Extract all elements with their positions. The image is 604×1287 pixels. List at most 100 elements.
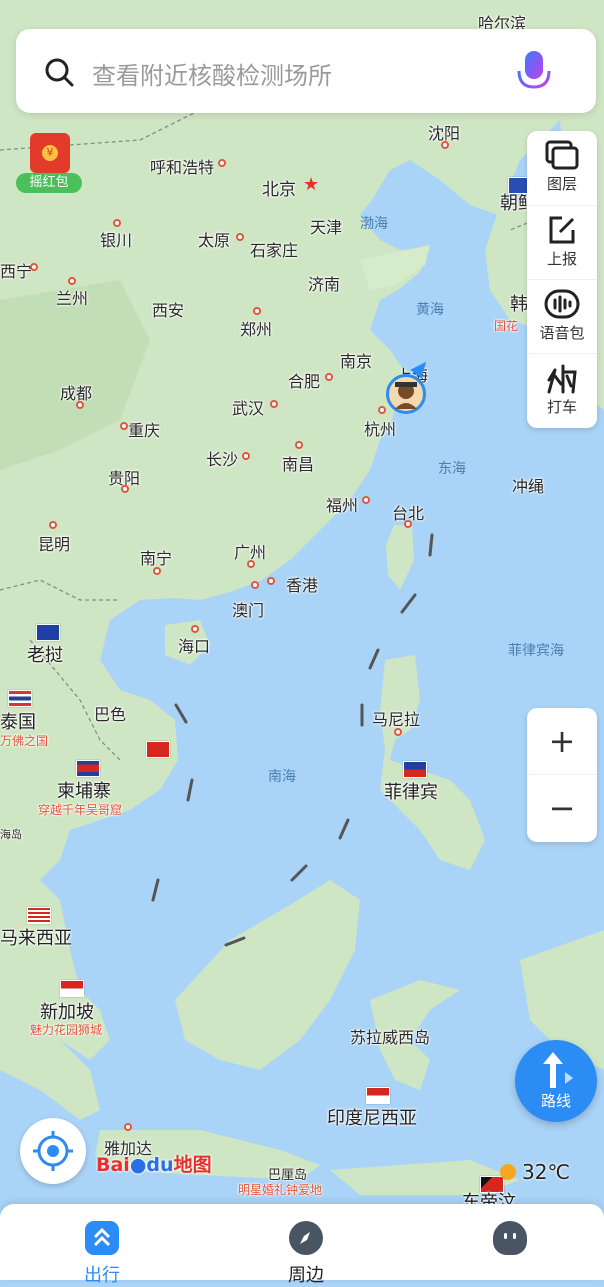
- city-label-taiyuan: 太原: [198, 231, 231, 250]
- profile-icon: [493, 1221, 527, 1255]
- country-label-thailand: 泰国: [0, 712, 36, 733]
- country-label-malaysia: 马来西亚: [0, 928, 72, 949]
- logo-suffix: 地图: [173, 1154, 212, 1176]
- city-dot: [404, 520, 412, 528]
- city-label-changsha: 长沙: [206, 450, 239, 469]
- city-dot: [113, 219, 121, 227]
- city-label-jinan: 济南: [308, 275, 341, 294]
- city-dot: [191, 625, 199, 633]
- search-input[interactable]: 查看附近核酸检测场所: [92, 56, 332, 91]
- city-label-haikou: 海口: [178, 637, 211, 656]
- sea-label-philippine: 菲律宾海: [508, 643, 564, 659]
- promo-label-korea: 国花: [494, 319, 519, 333]
- report-button[interactable]: 上报: [527, 205, 597, 280]
- sea-label-yellow: 黄海: [416, 302, 444, 318]
- voice-pack-button[interactable]: 语音包: [527, 279, 597, 354]
- city-label-shijiazhuang: 石家庄: [250, 241, 299, 260]
- city-dot: [362, 496, 370, 504]
- red-packet-label: 摇红包: [16, 173, 82, 193]
- sea-label-east: 东海: [438, 461, 466, 477]
- city-dot: [270, 400, 278, 408]
- route-button[interactable]: 路线: [515, 1040, 597, 1122]
- bottom-tab-bar: 出行 周边: [0, 1204, 604, 1286]
- city-label-wuhan: 武汉: [232, 399, 265, 418]
- city-label-hongkong: 香港: [286, 576, 319, 595]
- user-location-marker[interactable]: [386, 374, 426, 414]
- compass-icon: [289, 1221, 323, 1255]
- city-label-nanning: 南宁: [140, 549, 173, 568]
- flag-icon-malaysia: [27, 907, 51, 924]
- city-label-beijing: 北京: [262, 180, 296, 200]
- report-icon: [549, 216, 575, 244]
- city-dot: [76, 401, 84, 409]
- city-label-xining: 西宁: [0, 262, 33, 281]
- city-label-partial-hainan: 海岛: [0, 828, 22, 841]
- voice-pack-label: 语音包: [539, 324, 585, 342]
- city-label-nanjing: 南京: [340, 352, 373, 371]
- city-dot: [218, 159, 226, 167]
- city-dot: [251, 581, 259, 589]
- city-label-macau: 澳门: [232, 601, 265, 620]
- tab-travel-label: 出行: [84, 1265, 120, 1286]
- zoom-out-button[interactable]: −: [527, 775, 597, 841]
- weather-widget[interactable]: 32℃: [500, 1160, 570, 1184]
- city-dot: [124, 1123, 132, 1131]
- flag-icon-philippines: [403, 761, 427, 778]
- layers-label: 图层: [546, 175, 577, 193]
- city-dot: [121, 485, 129, 493]
- red-packet-button[interactable]: ¥ 摇红包: [14, 133, 84, 195]
- city-dot: [68, 277, 76, 285]
- city-dot: [325, 373, 333, 381]
- layers-icon: [545, 140, 579, 170]
- paw-icon: ●: [129, 1154, 147, 1176]
- weather-temp: 32℃: [522, 1160, 570, 1184]
- capital-star-icon: ★: [303, 174, 320, 195]
- city-dot: [49, 521, 57, 529]
- taxi-button[interactable]: 打车: [527, 353, 597, 428]
- tab-travel[interactable]: 出行: [42, 1204, 162, 1287]
- taxi-label: 打车: [546, 398, 577, 416]
- city-dot: [120, 422, 128, 430]
- search-bar[interactable]: 查看附近核酸检测场所: [16, 29, 596, 113]
- city-label-xian: 西安: [152, 301, 185, 320]
- city-label-hefei: 合肥: [288, 372, 321, 391]
- city-dot: [394, 728, 402, 736]
- country-label-cambodia: 柬埔寨: [57, 781, 111, 802]
- microphone-icon[interactable]: [512, 47, 556, 99]
- sea-label-south: 南海: [268, 769, 296, 785]
- sea-label-bohai: 渤海: [360, 216, 388, 232]
- zoom-control: + −: [527, 708, 597, 842]
- city-dot: [236, 233, 244, 241]
- city-label-fuzhou: 福州: [326, 496, 359, 515]
- route-label: 路线: [540, 1092, 571, 1110]
- island-label-sulawesi: 苏拉威西岛: [350, 1028, 431, 1047]
- city-dot: [30, 263, 38, 271]
- tab-mine[interactable]: [450, 1204, 570, 1255]
- tab-nearby-label: 周边: [288, 1265, 324, 1286]
- city-label-manila: 马尼拉: [372, 710, 421, 729]
- taxi-icon: [547, 364, 577, 394]
- city-dot: [253, 307, 261, 315]
- flag-icon-laos: [36, 624, 60, 641]
- city-dot: [247, 560, 255, 568]
- city-label-hohhot: 呼和浩特: [150, 158, 215, 177]
- layers-button[interactable]: 图层: [527, 131, 597, 205]
- city-label-bangse: 巴色: [94, 705, 127, 724]
- zoom-in-button[interactable]: +: [527, 708, 597, 775]
- sun-icon: [500, 1164, 516, 1180]
- tab-nearby[interactable]: 周边: [246, 1204, 366, 1287]
- country-label-laos: 老挝: [27, 645, 63, 666]
- promo-label-bali: 明星婚礼钟爱地: [238, 1183, 323, 1197]
- flag-icon-indonesia: [366, 1087, 390, 1104]
- promo-label-cambodia: 穿越千年吴哥窟: [38, 803, 123, 817]
- travel-icon: [85, 1221, 119, 1255]
- city-label-tianjin: 天津: [310, 218, 343, 237]
- search-icon: [45, 58, 74, 87]
- city-label-kunming: 昆明: [38, 535, 71, 554]
- red-packet-icon: ¥: [30, 133, 70, 173]
- baidu-map-logo: Bai●du地图: [96, 1150, 212, 1177]
- city-label-chongqing: 重庆: [128, 421, 161, 440]
- city-label-zhengzhou: 郑州: [240, 320, 273, 339]
- locate-button[interactable]: [20, 1118, 86, 1184]
- city-dot: [153, 567, 161, 575]
